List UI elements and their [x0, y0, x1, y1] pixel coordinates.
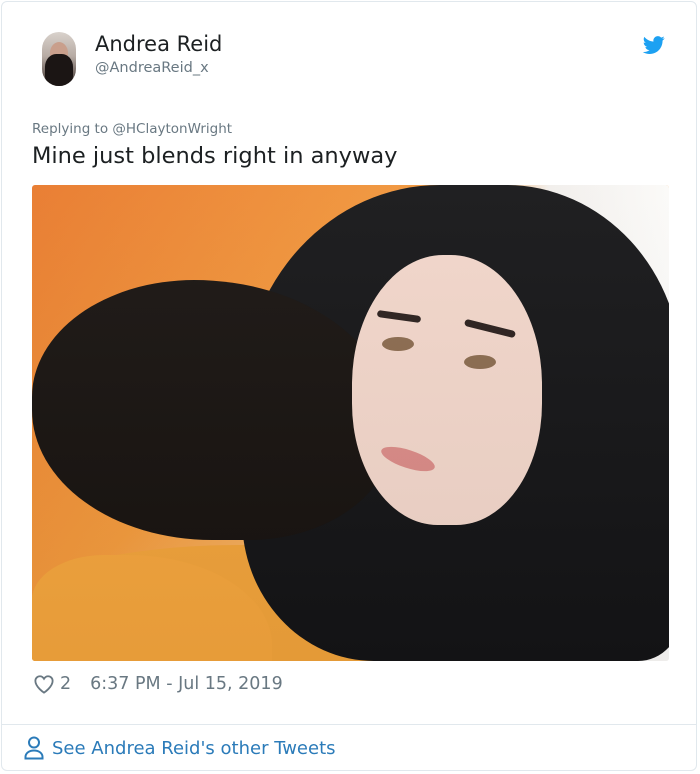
like-count[interactable]: 2 — [60, 674, 71, 694]
author-name[interactable]: Andrea Reid — [95, 32, 222, 56]
divider — [1, 724, 697, 725]
tweet-photo[interactable] — [32, 185, 669, 661]
person-icon — [24, 736, 44, 760]
photo-overlay — [32, 185, 669, 661]
heart-icon[interactable] — [33, 674, 55, 694]
twitter-bird-icon[interactable] — [642, 34, 666, 56]
other-tweets-link[interactable]: See Andrea Reid's other Tweets — [24, 736, 336, 760]
other-tweets-label[interactable]: See Andrea Reid's other Tweets — [52, 738, 336, 759]
reply-context[interactable]: Replying to @HClaytonWright — [32, 121, 232, 137]
tweet-timestamp[interactable]: 6:37 PM - Jul 15, 2019 — [90, 674, 283, 694]
tweet-meta: 2 6:37 PM - Jul 15, 2019 — [33, 674, 283, 694]
author-handle[interactable]: @AndreaReid_x — [95, 60, 209, 76]
tweet-text: Mine just blends right in anyway — [32, 143, 398, 169]
avatar-hair — [45, 54, 73, 86]
avatar[interactable] — [42, 32, 76, 86]
